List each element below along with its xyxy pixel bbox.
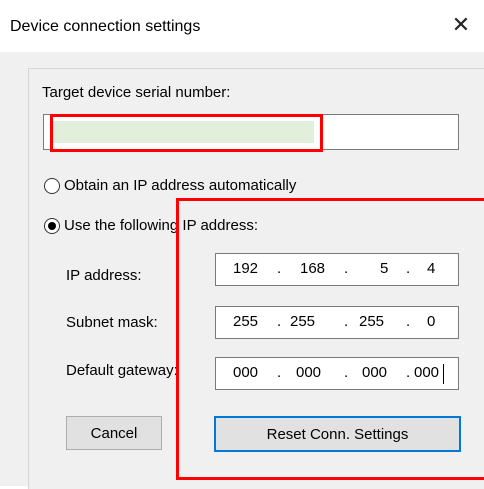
gateway-octet-1: 000 <box>233 364 259 381</box>
gateway-dot: . <box>344 364 349 381</box>
gateway-octet-3: 000 <box>362 364 388 381</box>
device-connection-dialog: Device connection settings ✕ Target devi… <box>0 0 484 489</box>
ip-dot: . <box>277 260 282 277</box>
subnet-dot: . <box>277 313 282 330</box>
text-cursor <box>443 364 444 384</box>
radio-use-label: Use the following IP address: <box>64 217 258 234</box>
ip-address-input[interactable]: 192 . 168 . 5 . 4 <box>215 253 459 286</box>
window-title: Device connection settings <box>10 18 201 35</box>
subnet-octet-2: 255 <box>290 313 316 330</box>
radio-obtain-label: Obtain an IP address automatically <box>64 177 297 194</box>
serial-number-value <box>52 121 314 143</box>
title-bar: Device connection settings ✕ <box>0 0 484 52</box>
radio-unchecked-icon[interactable] <box>44 177 60 194</box>
ip-octet-3: 5 <box>380 260 389 277</box>
subnet-octet-3: 255 <box>359 313 385 330</box>
subnet-mask-input[interactable]: 255 . 255 . 255 . 0 <box>215 306 459 339</box>
serial-number-field[interactable] <box>43 114 459 150</box>
ip-dot: . <box>344 260 349 277</box>
ip-octet-2: 168 <box>300 260 326 277</box>
default-gateway-label: Default gateway: <box>66 362 178 379</box>
radio-obtain-automatically[interactable]: Obtain an IP address automatically <box>44 177 296 194</box>
close-icon[interactable]: ✕ <box>446 10 476 40</box>
serial-label: Target device serial number: <box>42 84 231 101</box>
ip-octet-4: 4 <box>427 260 436 277</box>
default-gateway-input[interactable]: 000 . 000 . 000 . 000 <box>215 357 459 390</box>
subnet-dot: . <box>344 313 349 330</box>
radio-checked-icon[interactable] <box>44 217 60 234</box>
subnet-dot: . <box>406 313 411 330</box>
gateway-dot: . <box>277 364 282 381</box>
gateway-octet-2: 000 <box>296 364 322 381</box>
ip-address-label: IP address: <box>66 267 142 284</box>
gateway-dot: . <box>406 364 411 381</box>
subnet-octet-4: 0 <box>427 313 436 330</box>
gateway-octet-4: 000 <box>414 364 440 381</box>
cancel-button[interactable]: Cancel <box>66 416 162 450</box>
ip-octet-1: 192 <box>233 260 259 277</box>
subnet-mask-label: Subnet mask: <box>66 314 158 331</box>
subnet-octet-1: 255 <box>233 313 259 330</box>
reset-connection-settings-button[interactable]: Reset Conn. Settings <box>214 416 461 452</box>
ip-dot: . <box>406 260 411 277</box>
radio-use-following[interactable]: Use the following IP address: <box>44 217 258 234</box>
